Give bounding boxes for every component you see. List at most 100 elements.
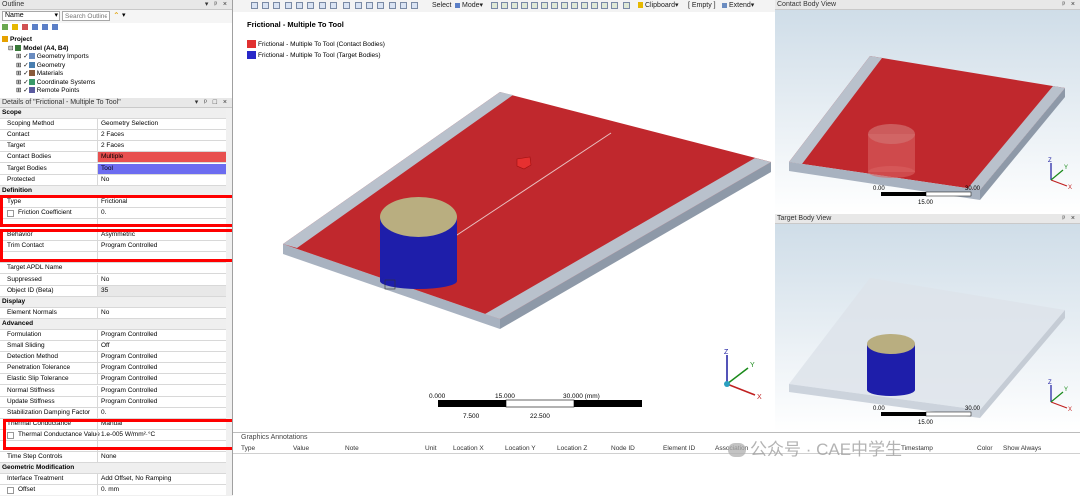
contact-view-canvas[interactable]: 0.00 30.00 15.00 Z X Y [775, 10, 1080, 214]
selection-filter-icon[interactable] [623, 2, 630, 9]
options-icon[interactable]: ▾ [122, 11, 126, 19]
details-section-header[interactable]: Advanced [0, 318, 226, 330]
details-row-value[interactable]: None [97, 452, 226, 463]
details-row[interactable]: Contact 2 Faces [0, 130, 226, 142]
annotation-column-header[interactable]: Show Always [1003, 445, 1041, 452]
details-row[interactable]: Small Sliding Off [0, 341, 226, 353]
panel-controls[interactable]: ▾ ᵖ × [205, 0, 229, 10]
details-row-value[interactable]: 0. mm [97, 485, 226, 495]
view-tool-icon[interactable] [262, 2, 269, 9]
contact-body-view[interactable]: Contact Body View ᵖ × 0.00 30.00 15.00 Z… [775, 0, 1080, 214]
selection-filter-icon[interactable] [581, 2, 588, 9]
selection-filter-icon[interactable] [571, 2, 578, 9]
annotation-column-header[interactable]: Element ID [663, 445, 695, 452]
annotation-column-header[interactable]: Unit [425, 445, 437, 452]
selection-filter-icon[interactable] [611, 2, 618, 9]
select-button[interactable]: Select [432, 2, 451, 10]
annotation-column-header[interactable]: Note [345, 445, 359, 452]
view-tool-icon[interactable] [377, 2, 384, 9]
details-row[interactable]: Detection Method Program Controlled [0, 352, 226, 364]
details-row[interactable]: Target APDL Name [0, 263, 226, 275]
tree-item-coordinate-systems[interactable]: ⊞ ✓ Coordinate Systems [2, 78, 95, 88]
selection-filter-icon[interactable] [541, 2, 548, 9]
search-input[interactable] [62, 11, 110, 21]
details-row[interactable]: Offset 0. mm [0, 485, 226, 495]
panel-controls[interactable]: ᵖ × [1062, 214, 1077, 224]
details-row-value[interactable]: Program Controlled [97, 330, 226, 340]
details-row-value[interactable]: 2 Faces [97, 130, 226, 141]
view-tool-icon[interactable] [355, 2, 362, 9]
tree-item-geometry-imports[interactable]: ⊞ ✓ Geometry Imports [2, 53, 95, 62]
mode-button[interactable]: Mode▾ [455, 2, 483, 10]
collapse-icon[interactable]: ⌃ [113, 11, 120, 20]
view-tool-icon[interactable] [389, 2, 396, 9]
view-tool-icon[interactable] [296, 2, 303, 9]
view-tool-icon[interactable] [366, 2, 373, 9]
details-row-value[interactable]: Program Controlled [97, 363, 226, 374]
annotation-column-header[interactable]: Timestamp [901, 445, 933, 452]
view-tool-icon[interactable] [251, 2, 258, 9]
details-row-value[interactable]: Program Controlled [97, 385, 226, 396]
details-row[interactable]: Interface Treatment Add Offset, No Rampin… [0, 474, 226, 486]
details-section-header[interactable]: Geometric Modification [0, 463, 226, 475]
selection-filter-icon[interactable] [551, 2, 558, 9]
details-row-value[interactable] [97, 263, 226, 274]
panel-controls[interactable]: ᵖ × [1062, 0, 1077, 10]
details-row-value[interactable]: 2 Faces [97, 141, 226, 152]
details-row[interactable]: Scoping Method Geometry Selection [0, 119, 226, 131]
details-row-value[interactable]: No [97, 174, 226, 185]
annotation-column-header[interactable]: Location Y [505, 445, 536, 452]
details-section-header[interactable]: Display [0, 296, 226, 308]
details-row-value[interactable]: 0. [97, 407, 226, 418]
expand-icon[interactable] [31, 24, 38, 30]
details-row-value[interactable]: Multiple [97, 152, 226, 163]
target-view-canvas[interactable]: 0.00 30.00 15.00 Z X Y [775, 224, 1080, 432]
details-row[interactable]: Penetration Tolerance Program Controlled [0, 363, 226, 375]
annotation-column-header[interactable]: Type [241, 445, 255, 452]
annotation-column-header[interactable]: Location X [453, 445, 484, 452]
filter-combo[interactable]: Name ▾ [2, 11, 60, 21]
view-tool-icon[interactable] [343, 2, 350, 9]
view-tool-icon[interactable] [319, 2, 326, 9]
tree-item-geometry[interactable]: ⊞ ✓ Geometry [2, 61, 95, 71]
details-row[interactable]: Formulation Program Controlled [0, 330, 226, 341]
details-row[interactable]: Suppressed No [0, 274, 226, 286]
tree-item-model[interactable]: ⊟ Model (A4, B4) [2, 44, 95, 54]
details-row-value[interactable]: Add Offset, No Ramping [97, 474, 226, 485]
details-row-value[interactable]: No [97, 307, 226, 318]
view-tool-icon[interactable] [273, 2, 280, 9]
details-row[interactable]: Element Normals No [0, 307, 226, 319]
parameter-checkbox[interactable] [7, 487, 14, 495]
extend-button[interactable]: Extend▾ [722, 2, 754, 10]
details-section-header[interactable]: Scope [0, 108, 226, 119]
view-tool-icon[interactable] [307, 2, 314, 9]
details-row-value[interactable]: Tool [97, 163, 226, 174]
refresh-icon[interactable] [2, 24, 8, 30]
selection-filter-icon[interactable] [591, 2, 598, 9]
details-row[interactable]: Contact Bodies Multiple [0, 152, 226, 164]
details-row-value[interactable]: Off [97, 341, 226, 352]
details-row[interactable]: Protected No [0, 174, 226, 186]
clipboard-button[interactable]: Clipboard▾ [638, 2, 678, 10]
selection-filter-icon[interactable] [531, 2, 538, 9]
details-row[interactable]: Normal Stiffness Program Controlled [0, 385, 226, 397]
details-row[interactable]: Time Step Controls None [0, 452, 226, 464]
sort-az-icon[interactable] [51, 24, 58, 30]
details-row[interactable]: Object ID (Beta) 35 [0, 285, 226, 297]
selection-filter-icon[interactable] [561, 2, 568, 9]
view-tool-icon[interactable] [285, 2, 292, 9]
annotation-column-header[interactable]: Location Z [557, 445, 587, 452]
selection-filter-icon[interactable] [491, 2, 498, 9]
annotation-column-header[interactable]: Color [977, 445, 993, 452]
details-row-value[interactable]: Geometry Selection [97, 119, 226, 130]
graphics-window[interactable]: Frictional - Multiple To Tool Frictional… [233, 12, 775, 432]
selection-filter-icon[interactable] [521, 2, 528, 9]
tree-item-remote-points[interactable]: ⊞ ✓ Remote Points [2, 87, 95, 96]
selection-filter-icon[interactable] [511, 2, 518, 9]
selection-filter-icon[interactable] [601, 2, 608, 9]
model-viewport[interactable]: Z X Y 0.000 15.000 30.000 (mm) 7.500 22.… [233, 12, 775, 432]
details-row[interactable]: Target Bodies Tool [0, 163, 226, 175]
details-row-value[interactable]: Program Controlled [97, 374, 226, 385]
details-row[interactable]: Target 2 Faces [0, 141, 226, 153]
tree-item-project[interactable]: Project [2, 36, 95, 45]
